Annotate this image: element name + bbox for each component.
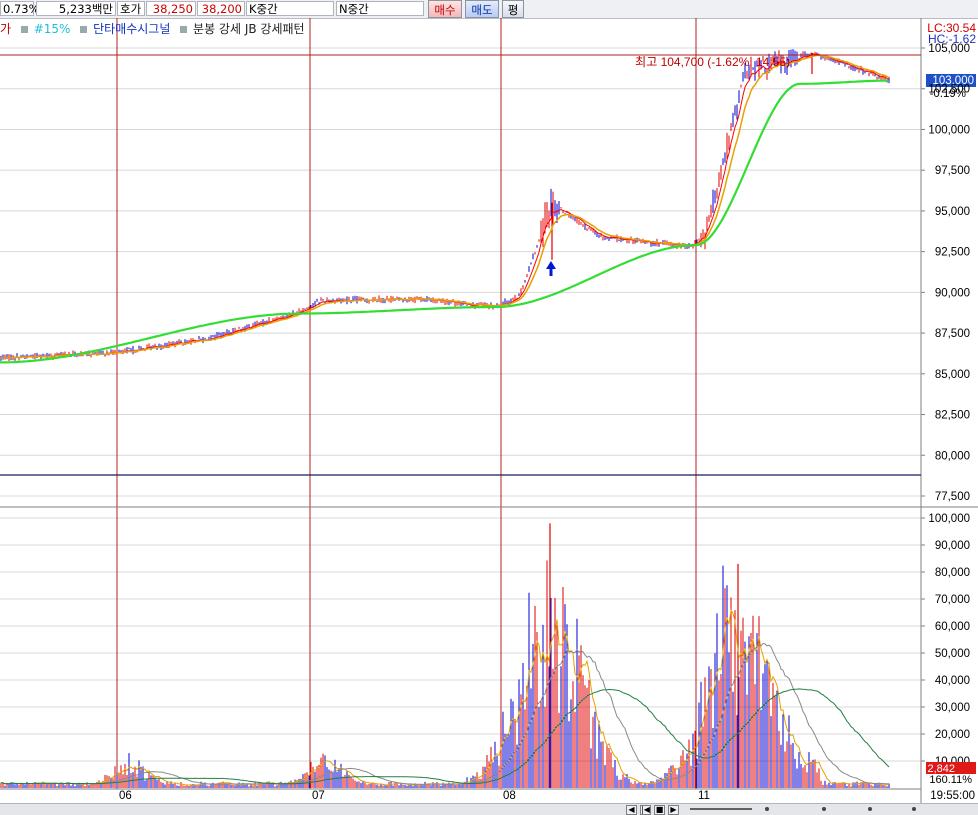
price-tick-label: 80,000 bbox=[935, 450, 970, 462]
price-tick-label: 102,500 bbox=[928, 84, 970, 96]
price-tick-label: 85,000 bbox=[935, 369, 970, 381]
change-percent: 0.73% bbox=[0, 1, 40, 16]
zoom-dot-icon[interactable] bbox=[822, 807, 826, 811]
intraday-chart[interactable]: LC:30.54 HC:-1.62 최고 104,700 (-1.62%, 14… bbox=[0, 18, 978, 803]
n-mid-field[interactable]: N중간 bbox=[336, 1, 424, 16]
zoom-dot-icon[interactable] bbox=[868, 807, 872, 811]
time-label: 11 bbox=[698, 790, 710, 802]
ma-long-line bbox=[0, 79, 888, 364]
price-tick-label: 100,000 bbox=[928, 124, 970, 136]
clock-label: 19:55:00 bbox=[930, 790, 975, 802]
indicator-legend: 가 #15% 단타매수시그널 분봉 강세 JB 강세패턴 bbox=[0, 21, 305, 37]
price-tick-label: 90,000 bbox=[935, 287, 970, 299]
price-axis-ticks: 105,000 102,500 100,000 97,500 95,000 92,500 9… bbox=[921, 43, 970, 503]
price-tick-label: 95,000 bbox=[935, 206, 970, 218]
volume-ma-mid-line bbox=[0, 688, 890, 785]
ask-price: 38,250 bbox=[146, 1, 196, 16]
order-toolbar: 0.73% 5,233백만 호가 38,250 38,200 K중간 N중간 매… bbox=[0, 0, 978, 19]
scroll-bar[interactable]: ◀ |◀ ■ ▶ bbox=[0, 803, 978, 815]
legend-marker-icon bbox=[180, 26, 188, 33]
price-tick-label: 92,500 bbox=[935, 247, 970, 259]
volume-ratio: 160.11% bbox=[929, 774, 972, 786]
axes bbox=[0, 18, 978, 803]
buy-button[interactable]: 매수 bbox=[428, 0, 462, 18]
volume-bars bbox=[0, 523, 890, 788]
volume-tick-label: 50,000 bbox=[935, 648, 970, 660]
legend-marker-icon bbox=[80, 26, 88, 33]
high-annotation: 최고 104,700 (-1.62%, 14:55) bbox=[635, 55, 790, 69]
price-tick-label: 82,500 bbox=[935, 410, 970, 422]
volume-tick-label: 30,000 bbox=[935, 702, 970, 714]
zoom-slider-track[interactable] bbox=[690, 808, 752, 810]
ma-mid-line bbox=[0, 54, 890, 360]
legend-item-0: 가 bbox=[0, 22, 12, 36]
ma-short-line bbox=[0, 53, 890, 359]
price-tick-label: 105,000 bbox=[928, 43, 970, 55]
grid bbox=[0, 47, 920, 762]
quote-label: 호가 bbox=[117, 1, 145, 16]
zoom-dot-icon[interactable] bbox=[765, 807, 769, 811]
volume-tick-label: 40,000 bbox=[935, 675, 970, 687]
legend-item-3[interactable]: 분봉 강세 JB 강세패턴 bbox=[193, 22, 305, 36]
price-tick-label: 77,500 bbox=[935, 491, 970, 503]
volume-tick-label: 70,000 bbox=[935, 594, 970, 606]
volume-ma-short-line bbox=[0, 609, 890, 786]
time-label: 07 bbox=[312, 790, 325, 802]
average-button[interactable]: 평 bbox=[502, 0, 524, 18]
signal-arrow-icon bbox=[546, 261, 556, 276]
volume-tick-label: 100,000 bbox=[928, 513, 970, 525]
zoom-dot-icon[interactable] bbox=[912, 807, 916, 811]
time-label: 08 bbox=[503, 790, 516, 802]
price-tick-label: 97,500 bbox=[935, 165, 970, 177]
price-tick-label: 87,500 bbox=[935, 328, 970, 340]
time-label: 06 bbox=[119, 790, 132, 802]
sell-button[interactable]: 매도 bbox=[465, 0, 499, 18]
candles bbox=[0, 49, 890, 362]
traded-amount: 5,233백만 bbox=[36, 1, 116, 16]
volume-tick-label: 20,000 bbox=[935, 729, 970, 741]
legend-item-2[interactable]: 단타매수시그널 bbox=[93, 22, 170, 36]
moving-averages bbox=[0, 53, 890, 364]
volume-axis-ticks: 100,000 90,000 80,000 70,000 60,000 50,000 40,… bbox=[921, 513, 970, 768]
legend-marker-icon bbox=[20, 26, 28, 33]
time-axis: 06 07 08 11 bbox=[119, 790, 710, 802]
legend-item-1[interactable]: #15% bbox=[34, 22, 71, 36]
volume-tick-label: 90,000 bbox=[935, 540, 970, 552]
day-separators bbox=[116, 18, 697, 789]
k-mid-field[interactable]: K중간 bbox=[246, 1, 334, 16]
bid-price: 38,200 bbox=[197, 1, 245, 16]
volume-tick-label: 60,000 bbox=[935, 621, 970, 633]
volume-tick-label: 80,000 bbox=[935, 567, 970, 579]
